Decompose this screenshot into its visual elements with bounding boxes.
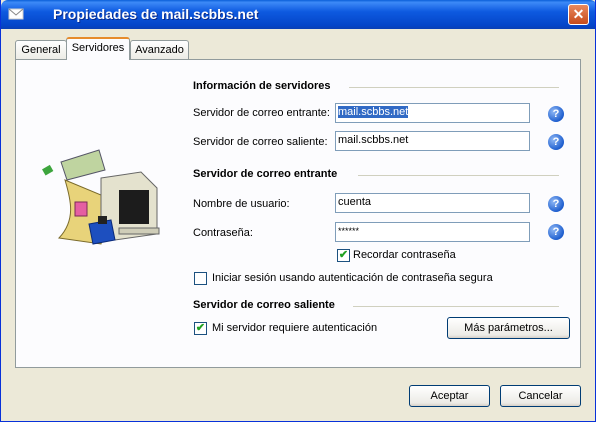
outgoing-server-help-icon[interactable]: ? — [548, 134, 564, 150]
username-help-icon[interactable]: ? — [548, 196, 564, 212]
mail-account-icon — [8, 8, 24, 20]
username-input[interactable]: cuenta — [335, 193, 530, 213]
incoming-server-heading: Servidor de correo entrante — [193, 168, 338, 180]
password-label: Contraseña: — [193, 227, 253, 239]
password-help-icon[interactable]: ? — [548, 224, 564, 240]
tab-general[interactable]: General — [15, 40, 67, 60]
outgoing-server-label: Servidor de correo saliente: — [193, 136, 328, 148]
password-input[interactable]: ****** — [335, 222, 530, 242]
requires-auth-label[interactable]: Mi servidor requiere autenticación — [212, 322, 377, 334]
secure-password-auth-checkbox[interactable] — [194, 272, 207, 285]
incoming-server-help-icon[interactable]: ? — [548, 106, 564, 122]
incoming-server-input[interactable]: mail.scbbs.net — [335, 103, 530, 123]
close-button[interactable]: ✕ — [568, 4, 589, 25]
requires-auth-checkbox[interactable]: ✔ — [194, 322, 207, 335]
servers-info-heading: Información de servidores — [193, 80, 331, 92]
incoming-server-label: Servidor de correo entrante: — [193, 107, 330, 119]
incoming-server-value: mail.scbbs.net — [338, 106, 409, 118]
window-title: Propiedades de mail.scbbs.net — [53, 6, 259, 22]
remember-password-label[interactable]: Recordar contraseña — [353, 249, 456, 261]
more-settings-button[interactable]: Más parámetros... — [447, 317, 570, 339]
outgoing-server-input[interactable]: mail.scbbs.net — [335, 131, 530, 151]
divider — [358, 175, 559, 176]
divider — [353, 306, 559, 307]
outgoing-server-heading: Servidor de correo saliente — [193, 299, 335, 311]
title-bar[interactable]: Propiedades de mail.scbbs.net ✕ — [1, 0, 595, 29]
divider — [349, 87, 559, 88]
tab-advanced[interactable]: Avanzado — [130, 40, 189, 60]
tab-servers[interactable]: Servidores — [66, 37, 130, 60]
properties-dialog: Propiedades de mail.scbbs.net ✕ General … — [0, 0, 596, 422]
username-label: Nombre de usuario: — [193, 198, 290, 210]
mail-server-illustration-icon — [42, 149, 160, 245]
cancel-button[interactable]: Cancelar — [500, 385, 581, 407]
secure-password-auth-label[interactable]: Iniciar sesión usando autenticación de c… — [212, 272, 493, 284]
remember-password-checkbox[interactable]: ✔ — [337, 249, 350, 262]
ok-button[interactable]: Aceptar — [409, 385, 490, 407]
